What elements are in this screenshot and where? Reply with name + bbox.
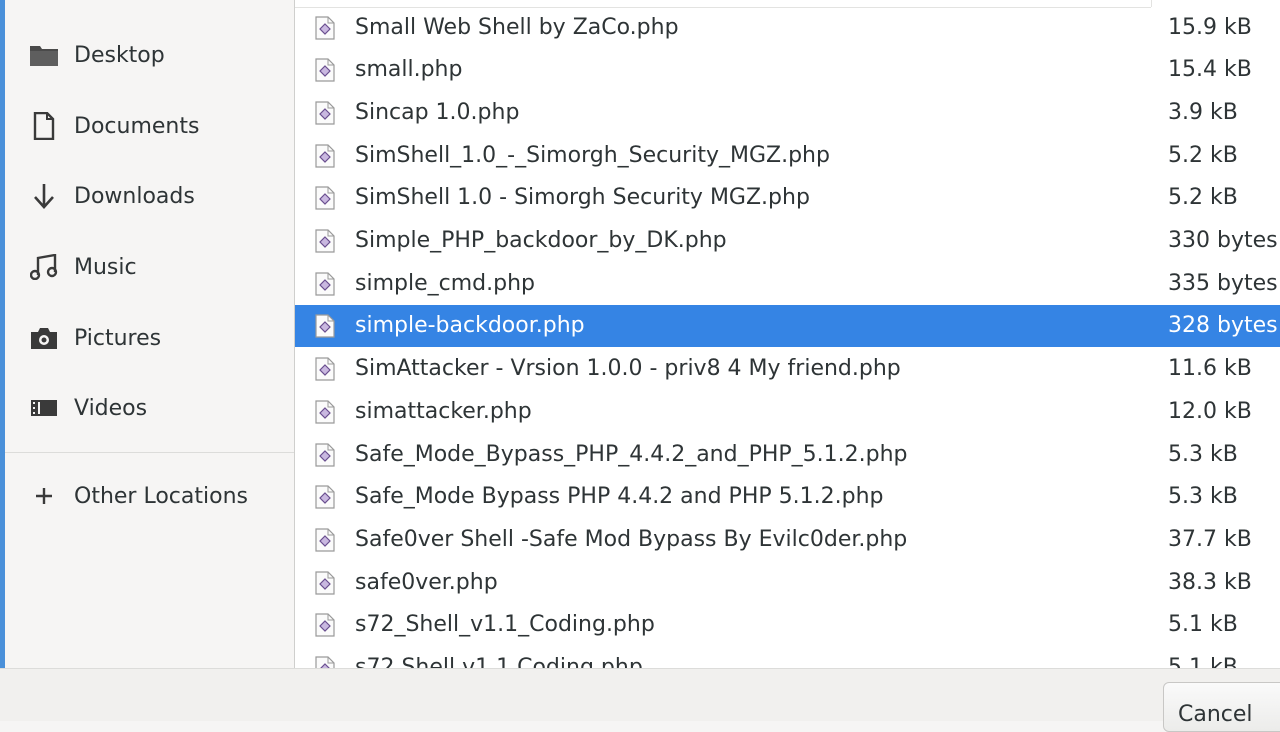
file-row[interactable]: safe0ver.php 38.3 kB — [295, 562, 1280, 604]
file-size: 330 bytes — [1168, 228, 1278, 253]
file-name: SimShell 1.0 - Simorgh Security MGZ.php — [355, 185, 810, 211]
folder-icon — [29, 40, 59, 70]
file-size: 5.1 kB — [1168, 612, 1238, 638]
places-sidebar: Desktop Documents Downloads Music Pictur… — [5, 0, 294, 668]
file-size: 15.9 kB — [1168, 14, 1252, 40]
file-row[interactable]: SimShell 1.0 - Simorgh Security MGZ.php 5… — [295, 177, 1280, 219]
file-size: 335 bytes — [1168, 270, 1278, 296]
file-name: SimShell_1.0_-_Simorgh_Security_MGZ.php — [355, 142, 830, 168]
php-file-icon — [313, 58, 337, 82]
file-name: simple_cmd.php — [355, 270, 535, 296]
file-row[interactable]: Safe_Mode_Bypass_PHP_4.4.2_and_PHP_5.1.2… — [295, 434, 1280, 476]
video-icon — [29, 393, 59, 423]
file-name: simple-backdoor.php — [355, 313, 585, 339]
file-row[interactable]: s72 Shell v1.1 Coding.php 5.1 kB — [295, 647, 1280, 668]
file-name: Safe_Mode_Bypass_PHP_4.4.2_and_PHP_5.1.2… — [355, 441, 908, 467]
file-size: 5.3 kB — [1168, 484, 1238, 510]
file-list[interactable]: Small Web Shell by ZaCo.php 15.9 kB small.… — [294, 0, 1280, 668]
file-name: s72 Shell v1.1 Coding.php — [355, 655, 643, 668]
file-row[interactable]: Simple_PHP_backdoor_by_DK.php 330 bytes — [295, 220, 1280, 262]
file-size: 12.0 kB — [1168, 398, 1252, 424]
sidebar-item-desktop[interactable]: Desktop — [5, 26, 294, 84]
sidebar-item-label: Videos — [74, 395, 148, 421]
php-file-icon — [313, 528, 337, 552]
file-name: small.php — [355, 57, 463, 83]
php-file-icon — [313, 613, 337, 637]
file-size: 5.2 kB — [1168, 142, 1238, 168]
file-row[interactable]: SimShell_1.0_-_Simorgh_Security_MGZ.php 5… — [295, 135, 1280, 177]
php-file-icon — [313, 485, 337, 509]
file-size: 328 bytes — [1168, 313, 1278, 339]
file-size: 38.3 kB — [1168, 569, 1252, 595]
file-size: 3.9 kB — [1168, 99, 1238, 125]
php-file-icon — [313, 442, 337, 467]
php-file-icon — [313, 143, 337, 168]
file-row[interactable]: SimAttacker - Vrsion 1.0.0 - priv8 4 My … — [295, 348, 1280, 390]
php-file-icon — [313, 15, 337, 40]
plus-icon — [29, 481, 59, 511]
file-size: 5.1 kB — [1168, 655, 1238, 668]
sidebar-item-label: Downloads — [74, 183, 195, 209]
file-row[interactable]: Sincap 1.0.php 3.9 kB — [295, 92, 1280, 134]
php-file-icon — [313, 272, 337, 296]
file-row[interactable]: Safe_Mode Bypass PHP 4.4.2 and PHP 5.1.2… — [295, 476, 1280, 518]
php-file-icon — [313, 357, 337, 381]
dialog-action-bar — [0, 668, 1280, 721]
music-note-icon — [29, 252, 59, 282]
sidebar-item-other-locations[interactable]: Other Locations — [5, 467, 294, 525]
sidebar-item-videos[interactable]: Videos — [5, 379, 294, 437]
file-row[interactable]: Small Web Shell by ZaCo.php 15.9 kB — [295, 7, 1280, 49]
file-size: 11.6 kB — [1168, 356, 1252, 382]
file-size: 37.7 kB — [1168, 526, 1252, 552]
file-name: s72_Shell_v1.1_Coding.php — [355, 612, 655, 638]
sidebar-item-label: Pictures — [74, 325, 162, 351]
php-file-icon — [313, 314, 337, 338]
sidebar-item-label: Other Locations — [74, 483, 248, 509]
sidebar-item-label: Desktop — [74, 42, 165, 68]
sidebar-item-pictures[interactable]: Pictures — [5, 309, 294, 367]
file-row[interactable]: simple_cmd.php 335 bytes — [295, 263, 1280, 305]
php-file-icon — [313, 101, 337, 125]
sidebar-divider — [5, 452, 294, 453]
file-name: SimAttacker - Vrsion 1.0.0 - priv8 4 My … — [355, 356, 901, 382]
sidebar-item-label: Music — [74, 254, 137, 280]
file-size: 5.3 kB — [1168, 441, 1238, 467]
file-row[interactable]: small.php 15.4 kB — [295, 49, 1280, 91]
sidebar-item-documents[interactable]: Documents — [5, 97, 294, 155]
file-name: Small Web Shell by ZaCo.php — [355, 14, 679, 40]
file-row-selected[interactable]: simple-backdoor.php 328 bytes — [295, 305, 1280, 348]
php-file-icon — [313, 400, 337, 424]
file-name: safe0ver.php — [355, 569, 498, 595]
file-name: Safe0ver Shell -Safe Mod Bypass By Evilc… — [355, 526, 908, 552]
file-name: Simple_PHP_backdoor_by_DK.php — [355, 228, 727, 253]
cancel-button[interactable]: Cancel — [1163, 682, 1280, 732]
file-size: 5.2 kB — [1168, 185, 1238, 211]
php-file-icon — [313, 229, 337, 253]
file-row[interactable]: s72_Shell_v1.1_Coding.php 5.1 kB — [295, 604, 1280, 646]
download-arrow-icon — [29, 181, 59, 211]
file-size: 15.4 kB — [1168, 57, 1252, 83]
file-name: simattacker.php — [355, 398, 532, 424]
file-row[interactable]: Safe0ver Shell -Safe Mod Bypass By Evilc… — [295, 519, 1280, 561]
file-name: Sincap 1.0.php — [355, 99, 520, 125]
php-file-icon — [313, 570, 337, 595]
sidebar-item-label: Documents — [74, 113, 200, 139]
document-icon — [29, 111, 59, 141]
sidebar-item-music[interactable]: Music — [5, 238, 294, 296]
camera-icon — [29, 323, 59, 353]
file-row[interactable]: simattacker.php 12.0 kB — [295, 391, 1280, 433]
php-file-icon — [313, 656, 337, 668]
php-file-icon — [313, 186, 337, 210]
sidebar-item-downloads[interactable]: Downloads — [5, 167, 294, 225]
file-name: Safe_Mode Bypass PHP 4.4.2 and PHP 5.1.2… — [355, 484, 884, 510]
